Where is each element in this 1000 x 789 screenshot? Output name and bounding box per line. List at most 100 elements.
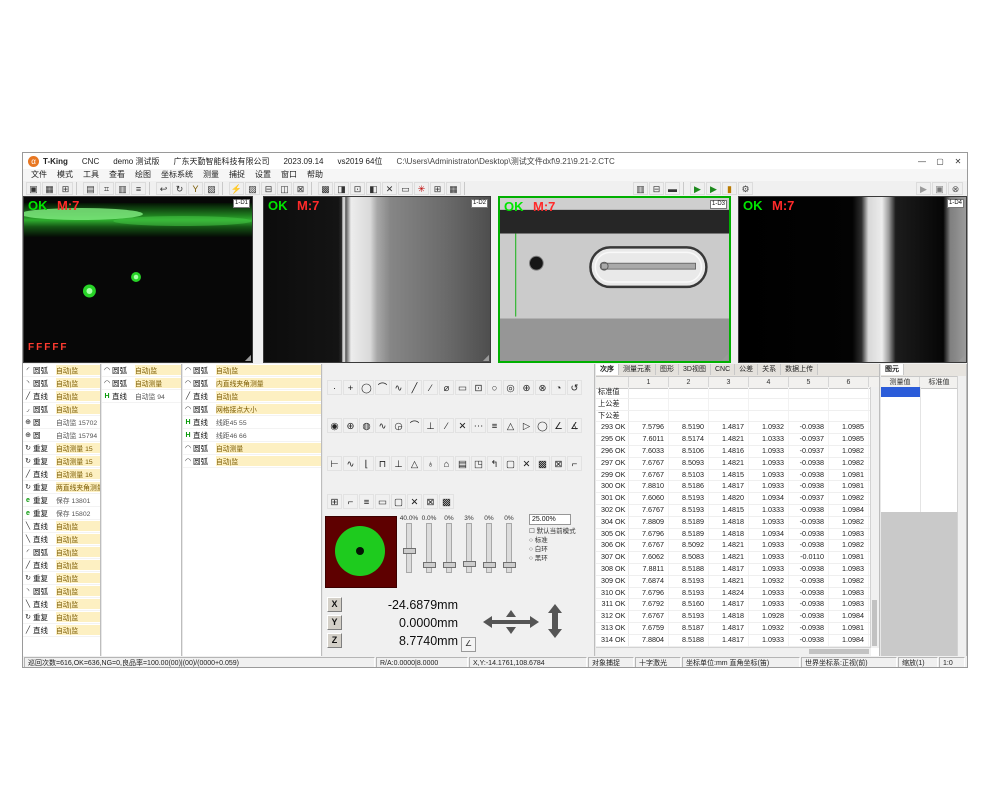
menu-item-10[interactable]: 窗口 <box>276 169 302 181</box>
resize-handle-icon[interactable]: ◢ <box>483 354 489 362</box>
measure-list-item[interactable]: ╱直线自动|监 <box>183 390 321 403</box>
light-preview[interactable] <box>325 516 397 588</box>
palette-tool-4-6[interactable]: ✕ <box>407 494 422 509</box>
measure-list-item[interactable]: ↻重复自动|监 <box>23 572 100 585</box>
result-row[interactable]: 301OK7.60608.51931.48201.0934-0.09371.09… <box>596 493 871 505</box>
palette-tool-4-5[interactable]: ▢ <box>391 494 406 509</box>
resize-handle-icon[interactable]: ◢ <box>245 354 251 362</box>
result-row[interactable]: 309OK7.68748.51931.48211.0932-0.09381.09… <box>596 576 871 588</box>
camera-view-4[interactable]: OK M:7 1-D4 ◢ <box>738 196 967 363</box>
toolbar-button-17[interactable]: ⊟ <box>261 182 276 195</box>
table-tab-3[interactable]: 图形 <box>656 364 679 375</box>
result-row[interactable]: 313OK7.67598.51871.48171.0932-0.09381.09… <box>596 623 871 635</box>
palette-tool-3-11[interactable]: ↰ <box>487 456 502 471</box>
palette-tool-4-2[interactable]: ⌐ <box>343 494 358 509</box>
palette-tool-2-12[interactable]: △ <box>503 418 518 433</box>
toolbar-button-43[interactable]: ⊗ <box>948 182 963 195</box>
toolbar-button-23[interactable]: ⊡ <box>350 182 365 195</box>
light-slider-thumb[interactable] <box>423 562 436 568</box>
toolbar-button-24[interactable]: ◧ <box>366 182 381 195</box>
palette-tool-3-6[interactable]: △ <box>407 456 422 471</box>
palette-tool-1-3[interactable]: ◯ <box>359 380 374 395</box>
light-slider-track[interactable] <box>406 523 412 573</box>
toolbar-button-22[interactable]: ◨ <box>334 182 349 195</box>
palette-tool-3-2[interactable]: ∿ <box>343 456 358 471</box>
light-slider-track[interactable] <box>426 523 432 573</box>
measure-list-item[interactable]: ◠圆弧自动测量 <box>102 377 181 390</box>
palette-tool-3-5[interactable]: ⊥ <box>391 456 406 471</box>
toolbar-button-41[interactable]: ▶ <box>916 182 931 195</box>
light-slider-thumb[interactable] <box>443 562 456 568</box>
palette-tool-1-16[interactable]: ↺ <box>567 380 582 395</box>
palette-tool-4-7[interactable]: ⊠ <box>423 494 438 509</box>
table-horizontal-scrollbar[interactable] <box>596 647 871 656</box>
measure-list-item[interactable]: ◠圆弧内直线夹角测量 <box>183 377 321 390</box>
light-option-1[interactable]: ☐ 默认当前模式 <box>529 527 593 536</box>
toolbar-button-6[interactable]: ⌗ <box>99 182 114 195</box>
light-slider-3[interactable]: 0% <box>439 514 459 588</box>
light-option-4[interactable]: ○ 黑环 <box>529 554 593 563</box>
menu-item-2[interactable]: 模式 <box>52 169 78 181</box>
measure-list-item[interactable]: ◝圆弧自动|监 <box>23 585 100 598</box>
light-slider-track[interactable] <box>486 523 492 573</box>
toolbar-button-10[interactable]: ↩ <box>156 182 171 195</box>
measure-list-item[interactable]: ↻重复自动测量 15 <box>23 442 100 455</box>
measure-list-item[interactable]: ◝圆弧自动|监 <box>23 377 100 390</box>
toolbar-button-11[interactable]: ↻ <box>172 182 187 195</box>
toolbar-button-16[interactable]: ▨ <box>245 182 260 195</box>
palette-tool-2-10[interactable]: ⋯ <box>471 418 486 433</box>
measure-list-item[interactable]: ◜圆弧自动|监 <box>23 546 100 559</box>
menu-item-9[interactable]: 设置 <box>250 169 276 181</box>
palette-tool-1-8[interactable]: ⌀ <box>439 380 454 395</box>
measure-list-item[interactable]: ◠圆弧自动|监 <box>183 455 321 468</box>
palette-tool-2-11[interactable]: ≡ <box>487 418 502 433</box>
result-row[interactable]: 295OK7.60118.51741.48211.0333-0.09371.09… <box>596 434 871 446</box>
z-axis-icon[interactable]: Z <box>327 633 342 648</box>
result-row[interactable]: 307OK7.60628.50831.48211.0933-0.01101.09… <box>596 552 871 564</box>
measure-list-item[interactable]: H直线线距46 66 <box>183 429 321 442</box>
measure-list-item[interactable]: ◞圆弧自动|监 <box>23 403 100 416</box>
close-button[interactable]: ✕ <box>949 154 967 169</box>
menu-item-6[interactable]: 坐标系统 <box>156 169 198 181</box>
result-row[interactable]: 305OK7.67968.51891.48181.0934-0.09381.09… <box>596 529 871 541</box>
palette-tool-2-14[interactable]: ◯ <box>535 418 550 433</box>
palette-tool-1-11[interactable]: ○ <box>487 380 502 395</box>
result-row[interactable]: 306OK7.67678.50921.48211.0933-0.09381.09… <box>596 540 871 552</box>
palette-tool-3-3[interactable]: ⌊ <box>359 456 374 471</box>
toolbar-button-28[interactable]: ⊞ <box>430 182 445 195</box>
menu-item-4[interactable]: 查看 <box>104 169 130 181</box>
palette-tool-2-9[interactable]: ✕ <box>455 418 470 433</box>
palette-tool-3-10[interactable]: ◳ <box>471 456 486 471</box>
toolbar-button-25[interactable]: ✕ <box>382 182 397 195</box>
palette-tool-3-15[interactable]: ⊠ <box>551 456 566 471</box>
palette-tool-3-9[interactable]: ▤ <box>455 456 470 471</box>
x-axis-icon[interactable]: X <box>327 597 342 612</box>
light-slider-track[interactable] <box>506 523 512 573</box>
table-tab-1[interactable]: 次序 <box>596 364 619 375</box>
measure-list-item[interactable]: ◠圆弧自动测量 <box>183 442 321 455</box>
scrollbar-thumb[interactable] <box>809 649 869 654</box>
measure-list-item[interactable]: ↻重复两直线夹角测量 <box>23 481 100 494</box>
toolbar-button-15[interactable]: ⚡ <box>229 182 244 195</box>
measure-list-item[interactable]: ◠圆弧自动|监 <box>183 364 321 377</box>
toolbar-button-33[interactable]: ⊟ <box>649 182 664 195</box>
light-slider-thumb[interactable] <box>403 548 416 554</box>
toolbar-button-19[interactable]: ⊠ <box>293 182 308 195</box>
measure-list-item[interactable]: e重复保存 13801 <box>23 494 100 507</box>
light-slider-track[interactable] <box>446 523 452 573</box>
menu-item-8[interactable]: 捕捉 <box>224 169 250 181</box>
palette-tool-2-6[interactable]: ⌒ <box>407 418 422 433</box>
table-tab-6[interactable]: 公差 <box>735 364 758 375</box>
table-tab-2[interactable]: 测量元素 <box>619 364 656 375</box>
toolbar-button-37[interactable]: ▶ <box>706 182 721 195</box>
measure-list-item[interactable]: ⊕圆自动监 15794 <box>23 429 100 442</box>
measure-list-item[interactable]: ╲直线自动|监 <box>23 598 100 611</box>
light-option-2[interactable]: ○ 标准 <box>529 536 593 545</box>
camera-view-2[interactable]: OK M:7 1-D2 ◢ <box>263 196 491 363</box>
light-slider-thumb[interactable] <box>463 561 476 567</box>
measure-list-item[interactable]: ◠圆弧自动|监 <box>102 364 181 377</box>
light-slider-6[interactable]: 0% <box>499 514 519 588</box>
measure-list-item[interactable]: ↻重复自动测量 15 <box>23 455 100 468</box>
menu-item-1[interactable]: 文件 <box>26 169 52 181</box>
jog-cross-arrows-icon[interactable] <box>483 610 539 634</box>
